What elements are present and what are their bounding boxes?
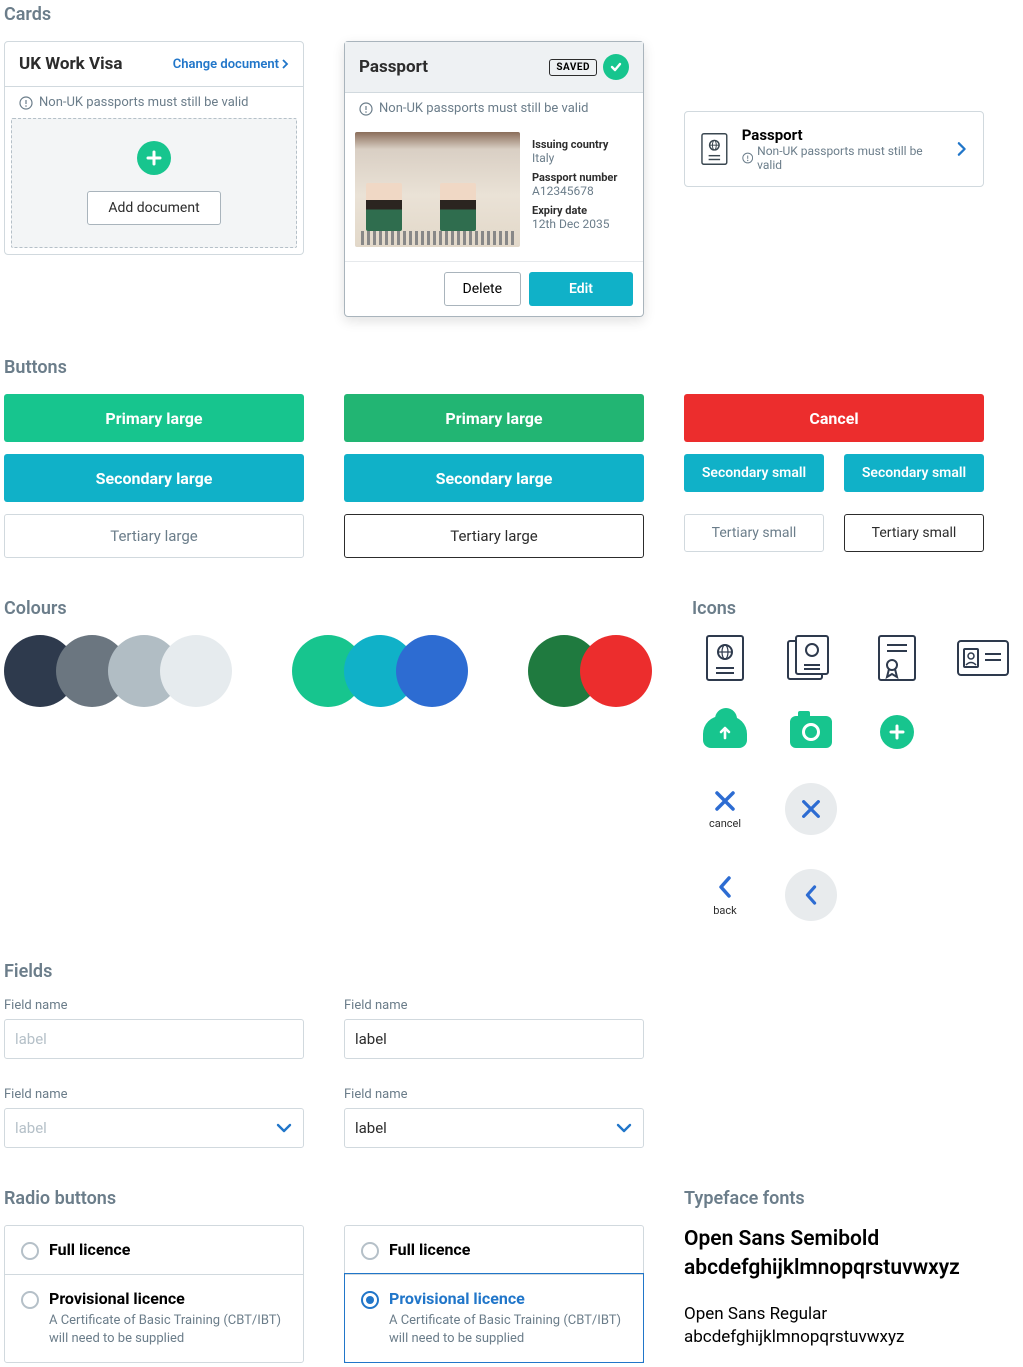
back-button[interactable] [785, 869, 837, 921]
font-semibold-sample: abcdefghijklmnopqrstuvwxyz [684, 1254, 984, 1283]
font-semibold-name: Open Sans Semibold [684, 1225, 984, 1254]
cards-section: Cards UK Work Visa Change document Non-U… [4, 4, 1019, 317]
warning-icon [359, 102, 373, 116]
radio-icon [361, 1291, 379, 1309]
id-card-icon [957, 640, 1009, 676]
buttons-section: Buttons Primary large Primary large Canc… [4, 357, 1019, 558]
close-icon[interactable] [713, 789, 737, 813]
primary-button[interactable]: Primary large [4, 394, 304, 442]
passport-icon [701, 132, 728, 166]
icons-heading: Icons [692, 598, 1016, 619]
radio-provisional-licence[interactable]: Provisional licence A Certificate of Bas… [5, 1274, 303, 1362]
secondary-button[interactable]: Secondary large [4, 454, 304, 502]
card-warning: Non-UK passports must still be valid [345, 93, 643, 124]
secondary-button-alt[interactable]: Secondary large [344, 454, 644, 502]
camera-icon[interactable] [790, 716, 832, 748]
chevron-right-icon [281, 59, 289, 69]
card-work-visa: UK Work Visa Change document Non-UK pass… [4, 41, 304, 255]
add-icon [137, 141, 171, 175]
change-document-link[interactable]: Change document [173, 57, 289, 72]
chevron-right-icon [956, 141, 967, 157]
swatch [580, 635, 652, 707]
radio-full-licence[interactable]: Full licence [345, 1226, 643, 1274]
radio-heading: Radio buttons [4, 1188, 304, 1209]
text-input-empty[interactable] [4, 1019, 304, 1059]
compact-card-title: Passport [742, 126, 942, 144]
field-label: Field name [4, 1087, 304, 1102]
passports-icon [787, 635, 835, 681]
tertiary-small-button[interactable]: Tertiary small [684, 514, 824, 552]
passport-image [355, 132, 520, 247]
colour-swatches [4, 635, 652, 707]
radio-icon [21, 1291, 39, 1309]
swatch [160, 635, 232, 707]
text-input-filled[interactable] [344, 1019, 644, 1059]
field-label: Field name [344, 998, 644, 1013]
certificate-icon [878, 635, 916, 681]
swatch [396, 635, 468, 707]
tertiary-button[interactable]: Tertiary large [4, 514, 304, 558]
cards-heading: Cards [4, 4, 1019, 25]
delete-button[interactable]: Delete [444, 272, 521, 306]
card-title: Passport [359, 57, 428, 77]
tertiary-button-dark[interactable]: Tertiary large [344, 514, 644, 558]
check-icon [603, 54, 629, 80]
cancel-button[interactable]: Cancel [684, 394, 984, 442]
select-filled[interactable] [344, 1108, 644, 1148]
saved-badge: SAVED [549, 59, 597, 76]
radio-provisional-licence[interactable]: Provisional licence A Certificate of Bas… [345, 1274, 643, 1362]
card-warning: Non-UK passports must still be valid [5, 87, 303, 118]
radio-full-licence[interactable]: Full licence [5, 1226, 303, 1274]
radio-icon [361, 1242, 379, 1260]
icon-label: back [713, 904, 737, 917]
add-icon[interactable] [880, 715, 914, 749]
fields-section: Fields Field name Field name Field name … [4, 961, 1019, 1148]
close-button[interactable] [785, 783, 837, 835]
secondary-small-button[interactable]: Secondary small [684, 454, 824, 492]
back-icon[interactable] [715, 874, 735, 900]
field-label: Field name [344, 1087, 644, 1102]
warning-icon [742, 152, 753, 164]
tertiary-small-button-dark[interactable]: Tertiary small [844, 514, 984, 552]
icon-label: cancel [709, 817, 741, 830]
upload-dropzone[interactable]: Add document [11, 118, 297, 248]
passport-meta: Issuing country Italy Passport number A1… [532, 132, 617, 247]
upload-icon[interactable] [703, 716, 747, 748]
typeface-heading: Typeface fonts [684, 1188, 984, 1209]
radio-group-a: Full licence Provisional licence A Certi… [4, 1225, 304, 1363]
edit-button[interactable]: Edit [529, 272, 633, 306]
buttons-heading: Buttons [4, 357, 1019, 378]
font-regular-name: Open Sans Regular [684, 1302, 984, 1328]
warning-icon [19, 96, 33, 110]
field-label: Field name [4, 998, 304, 1013]
add-document-button[interactable]: Add document [87, 191, 220, 225]
card-title: UK Work Visa [19, 54, 122, 74]
fields-heading: Fields [4, 961, 1019, 982]
card-passport-compact[interactable]: Passport Non-UK passports must still be … [684, 111, 984, 187]
select-empty[interactable] [4, 1108, 304, 1148]
radio-group-b: Full licence Provisional licence A Certi… [344, 1225, 644, 1363]
font-regular-sample: abcdefghijklmnopqrstuvwxyz [684, 1327, 984, 1347]
passport-icon [706, 635, 744, 681]
radio-icon [21, 1242, 39, 1260]
primary-button-alt[interactable]: Primary large [344, 394, 644, 442]
secondary-small-button[interactable]: Secondary small [844, 454, 984, 492]
card-passport-saved: Passport SAVED Non-UK passports must sti… [344, 41, 644, 317]
colours-heading: Colours [4, 598, 652, 619]
